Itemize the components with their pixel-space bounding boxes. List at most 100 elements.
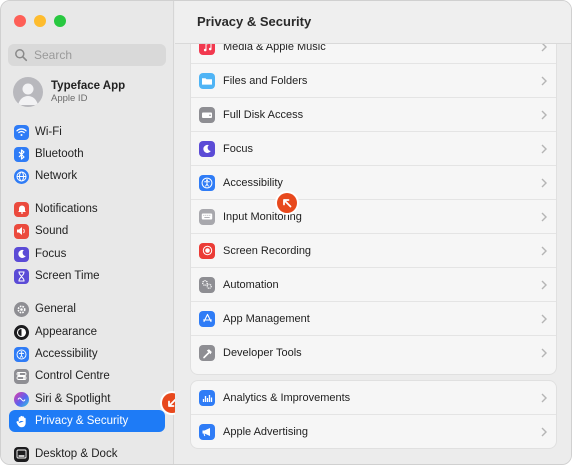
accessibility-icon (14, 346, 29, 362)
control-centre-icon (14, 368, 29, 384)
chevron-right-icon (541, 245, 549, 257)
chevron-right-icon (541, 392, 549, 404)
sidebar-item-label: General (35, 303, 76, 315)
chevron-right-icon (541, 347, 549, 359)
sidebar-item-sound[interactable]: Sound (9, 220, 165, 242)
sidebar-item-label: Wi-Fi (35, 126, 62, 138)
sidebar-item-label: Bluetooth (35, 148, 84, 160)
bell-icon (14, 201, 29, 217)
list-item-label: App Management (223, 312, 310, 325)
sidebar-item-focus[interactable]: Focus (9, 243, 165, 265)
siri-icon (14, 391, 29, 407)
list-item-label: Apple Advertising (223, 426, 308, 438)
chevron-right-icon (541, 279, 549, 291)
gears-icon (199, 276, 215, 293)
sidebar-item-label: Screen Time (35, 270, 100, 282)
account-subtitle: Apple ID (51, 93, 88, 104)
appearance-icon (14, 324, 29, 340)
search-field[interactable]: Search (8, 44, 166, 66)
sidebar-item-label: Siri & Spotlight (35, 393, 111, 405)
chevron-right-icon (541, 426, 549, 438)
sidebar-item-privacy-security[interactable]: Privacy & Security (9, 410, 165, 432)
moon-icon (14, 246, 29, 262)
list-item-input-monitoring[interactable]: Input Monitoring (191, 200, 556, 234)
sidebar-item-label: Accessibility (35, 348, 98, 360)
annotation-arrow-badge (277, 193, 297, 213)
toolbar-overlay: Privacy & Security (175, 1, 571, 44)
list-item-label: Screen Recording (223, 244, 312, 257)
chevron-right-icon (541, 177, 549, 189)
analytics-group: Analytics & Improvements Apple Advertisi… (190, 380, 557, 449)
disk-icon (199, 106, 215, 123)
keyboard-icon (199, 208, 215, 225)
minimize-window-button[interactable] (34, 15, 46, 27)
sidebar-item-label: Notifications (35, 203, 98, 215)
list-item-label: Analytics & Improvements (223, 391, 351, 404)
wifi-icon (14, 124, 29, 140)
chevron-right-icon (541, 313, 549, 325)
avatar (13, 77, 43, 107)
hourglass-icon (14, 268, 29, 284)
sidebar-item-label: Focus (35, 248, 67, 260)
sidebar-item-control-centre[interactable]: Control Centre (9, 365, 165, 387)
page-title-overlay: Privacy & Security (197, 14, 312, 29)
sidebar-item-label: Network (35, 170, 78, 182)
sidebar-item-label: Appearance (35, 326, 98, 338)
sidebar-item-desktop-dock[interactable]: Desktop & Dock (9, 443, 165, 464)
arrow-up-left-icon (283, 199, 292, 208)
sidebar-item-notifications[interactable]: Notifications (9, 198, 165, 220)
list-item-label: Automation (223, 278, 279, 291)
sidebar-item-siri-spotlight[interactable]: Siri & Spotlight (9, 388, 165, 410)
dock-icon (14, 446, 29, 462)
list-item-analytics-improvements[interactable]: Analytics & Improvements (191, 381, 556, 415)
chevron-right-icon (541, 211, 549, 223)
sidebar-item-network[interactable]: Network (9, 165, 165, 187)
chevron-right-icon (541, 75, 549, 87)
app-store-icon (199, 310, 215, 327)
chevron-right-icon (541, 109, 549, 121)
close-window-button[interactable] (14, 15, 26, 27)
list-item-app-management[interactable]: App Management (191, 302, 556, 336)
folder-icon (199, 72, 215, 89)
chevron-right-icon (541, 143, 549, 155)
gear-icon (14, 301, 29, 317)
list-item-screen-recording[interactable]: Screen Recording (191, 234, 556, 268)
sidebar-item-label: Sound (35, 225, 69, 237)
list-item-label: Full Disk Access (223, 108, 304, 121)
list-item-label: Files and Folders (223, 74, 308, 87)
list-item-apple-advertising[interactable]: Apple Advertising (191, 415, 556, 448)
search-placeholder: Search (34, 48, 73, 62)
sidebar-item-screen-time[interactable]: Screen Time (9, 265, 165, 287)
list-item-automation[interactable]: Automation (191, 268, 556, 302)
apple-id-account[interactable]: Typeface App Apple ID (13, 77, 125, 107)
hammer-icon (199, 345, 215, 361)
window-controls (14, 15, 66, 27)
zoom-window-button[interactable] (54, 15, 66, 27)
chart-icon (199, 389, 215, 406)
sidebar-item-general[interactable]: General (9, 298, 165, 320)
bluetooth-icon (14, 146, 29, 162)
hand-icon (14, 413, 29, 429)
sidebar: Search Typeface App Apple ID Wi-Fi Bluet… (1, 1, 182, 464)
list-item-files-folders[interactable]: Files and Folders (191, 64, 556, 98)
sidebar-item-label: Control Centre (35, 370, 110, 382)
list-item-focus[interactable]: Focus (191, 132, 556, 166)
privacy-permissions-group: Media & Apple Music Files and Folders Fu… (190, 21, 557, 375)
megaphone-icon (199, 424, 215, 440)
moon-icon (199, 140, 215, 157)
main-pane: Privacy & Security Media & Apple Music F… (175, 1, 571, 464)
sidebar-item-wifi[interactable]: Wi-Fi (9, 121, 165, 143)
sidebar-item-bluetooth[interactable]: Bluetooth (9, 143, 165, 165)
accessibility-icon (199, 174, 215, 191)
sidebar-item-label: Desktop & Dock (35, 448, 118, 460)
account-name: Typeface App (51, 80, 126, 92)
list-item-developer-tools[interactable]: Developer Tools (191, 336, 556, 370)
speaker-icon (14, 223, 29, 239)
sidebar-item-appearance[interactable]: Appearance (9, 321, 165, 343)
list-item-label: Focus (223, 142, 253, 155)
list-item-accessibility[interactable]: Accessibility (191, 166, 556, 200)
globe-icon (14, 168, 29, 184)
list-item-full-disk-access[interactable]: Full Disk Access (191, 98, 556, 132)
record-icon (199, 242, 215, 259)
sidebar-item-accessibility[interactable]: Accessibility (9, 343, 165, 365)
